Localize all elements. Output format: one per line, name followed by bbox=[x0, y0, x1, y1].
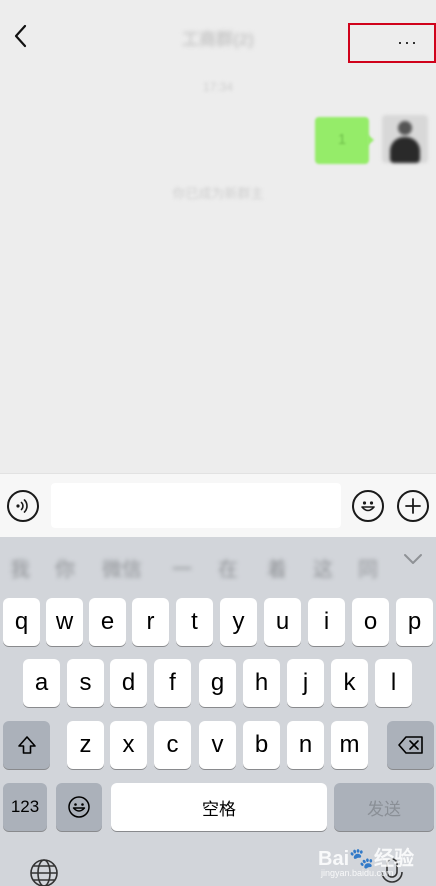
backspace-icon bbox=[397, 736, 423, 754]
key-e[interactable]: e bbox=[89, 598, 126, 646]
smile-icon bbox=[361, 501, 375, 512]
key-j[interactable]: j bbox=[287, 659, 324, 707]
chat-header: 工商群(2) ··· bbox=[0, 0, 436, 70]
voice-icon bbox=[16, 499, 28, 513]
key-t[interactable]: t bbox=[176, 598, 213, 646]
add-more-button[interactable] bbox=[397, 490, 429, 522]
baidu-watermark: Bai🐾经验 jingyan.baidu.com bbox=[318, 838, 436, 886]
key-b[interactable]: b bbox=[243, 721, 280, 769]
watermark-brand: Bai🐾经验 bbox=[318, 848, 415, 870]
key-z[interactable]: z bbox=[67, 721, 104, 769]
send-key[interactable]: 发送 bbox=[334, 783, 434, 831]
message-text: 1 bbox=[337, 131, 347, 148]
candidate-item[interactable]: 着 bbox=[267, 553, 287, 582]
candidate-bar: 我 你 微信 一 在 着 这 同 bbox=[0, 537, 436, 593]
key-r[interactable]: r bbox=[132, 598, 169, 646]
key-w[interactable]: w bbox=[46, 598, 83, 646]
key-q[interactable]: q bbox=[3, 598, 40, 646]
plus-icon bbox=[405, 498, 421, 514]
key-o[interactable]: o bbox=[352, 598, 389, 646]
key-a[interactable]: a bbox=[23, 659, 60, 707]
bubble-tail bbox=[367, 134, 374, 146]
message-bubble[interactable]: 1 bbox=[315, 117, 369, 164]
candidate-item[interactable]: 这 bbox=[313, 553, 333, 582]
key-g[interactable]: g bbox=[199, 659, 236, 707]
key-h[interactable]: h bbox=[243, 659, 280, 707]
candidate-item[interactable]: 在 bbox=[218, 553, 238, 582]
keyboard: 我 你 微信 一 在 着 这 同 q w e r t y u i o p a s… bbox=[0, 537, 436, 886]
key-p[interactable]: p bbox=[396, 598, 433, 646]
emoji-key[interactable] bbox=[56, 783, 102, 831]
highlight-box bbox=[348, 23, 436, 63]
globe-button[interactable] bbox=[28, 857, 60, 886]
key-n[interactable]: n bbox=[287, 721, 324, 769]
message-timestamp: 17:34 bbox=[202, 80, 234, 94]
key-k[interactable]: k bbox=[331, 659, 368, 707]
input-bar bbox=[0, 473, 436, 537]
voice-button[interactable] bbox=[7, 490, 39, 522]
key-l[interactable]: l bbox=[375, 659, 412, 707]
chevron-down-icon bbox=[404, 554, 422, 564]
key-i[interactable]: i bbox=[308, 598, 345, 646]
key-s[interactable]: s bbox=[67, 659, 104, 707]
key-u[interactable]: u bbox=[264, 598, 301, 646]
watermark-url: jingyan.baidu.com bbox=[321, 868, 394, 878]
candidate-item[interactable]: 我 bbox=[10, 553, 30, 582]
avatar[interactable] bbox=[382, 115, 428, 163]
candidate-item[interactable]: 微信 bbox=[102, 553, 142, 582]
numbers-key[interactable]: 123 bbox=[3, 783, 47, 831]
key-x[interactable]: x bbox=[110, 721, 147, 769]
shift-icon bbox=[17, 736, 36, 754]
key-c[interactable]: c bbox=[154, 721, 191, 769]
key-d[interactable]: d bbox=[110, 659, 147, 707]
key-y[interactable]: y bbox=[220, 598, 257, 646]
delete-key[interactable] bbox=[387, 721, 434, 769]
space-key[interactable]: 空格 bbox=[111, 783, 327, 831]
system-notice: 你已成为新群主 bbox=[172, 186, 264, 201]
emoji-button[interactable] bbox=[352, 490, 384, 522]
candidate-item[interactable]: 你 bbox=[55, 553, 75, 582]
globe-icon bbox=[30, 859, 58, 886]
candidate-item[interactable]: 一 bbox=[172, 553, 192, 582]
key-m[interactable]: m bbox=[331, 721, 368, 769]
key-v[interactable]: v bbox=[199, 721, 236, 769]
shift-key[interactable] bbox=[3, 721, 50, 769]
key-f[interactable]: f bbox=[154, 659, 191, 707]
candidate-item[interactable]: 同 bbox=[358, 553, 378, 582]
smile-icon bbox=[68, 796, 90, 818]
expand-candidates-button[interactable] bbox=[402, 551, 424, 567]
message-input[interactable] bbox=[51, 483, 341, 528]
